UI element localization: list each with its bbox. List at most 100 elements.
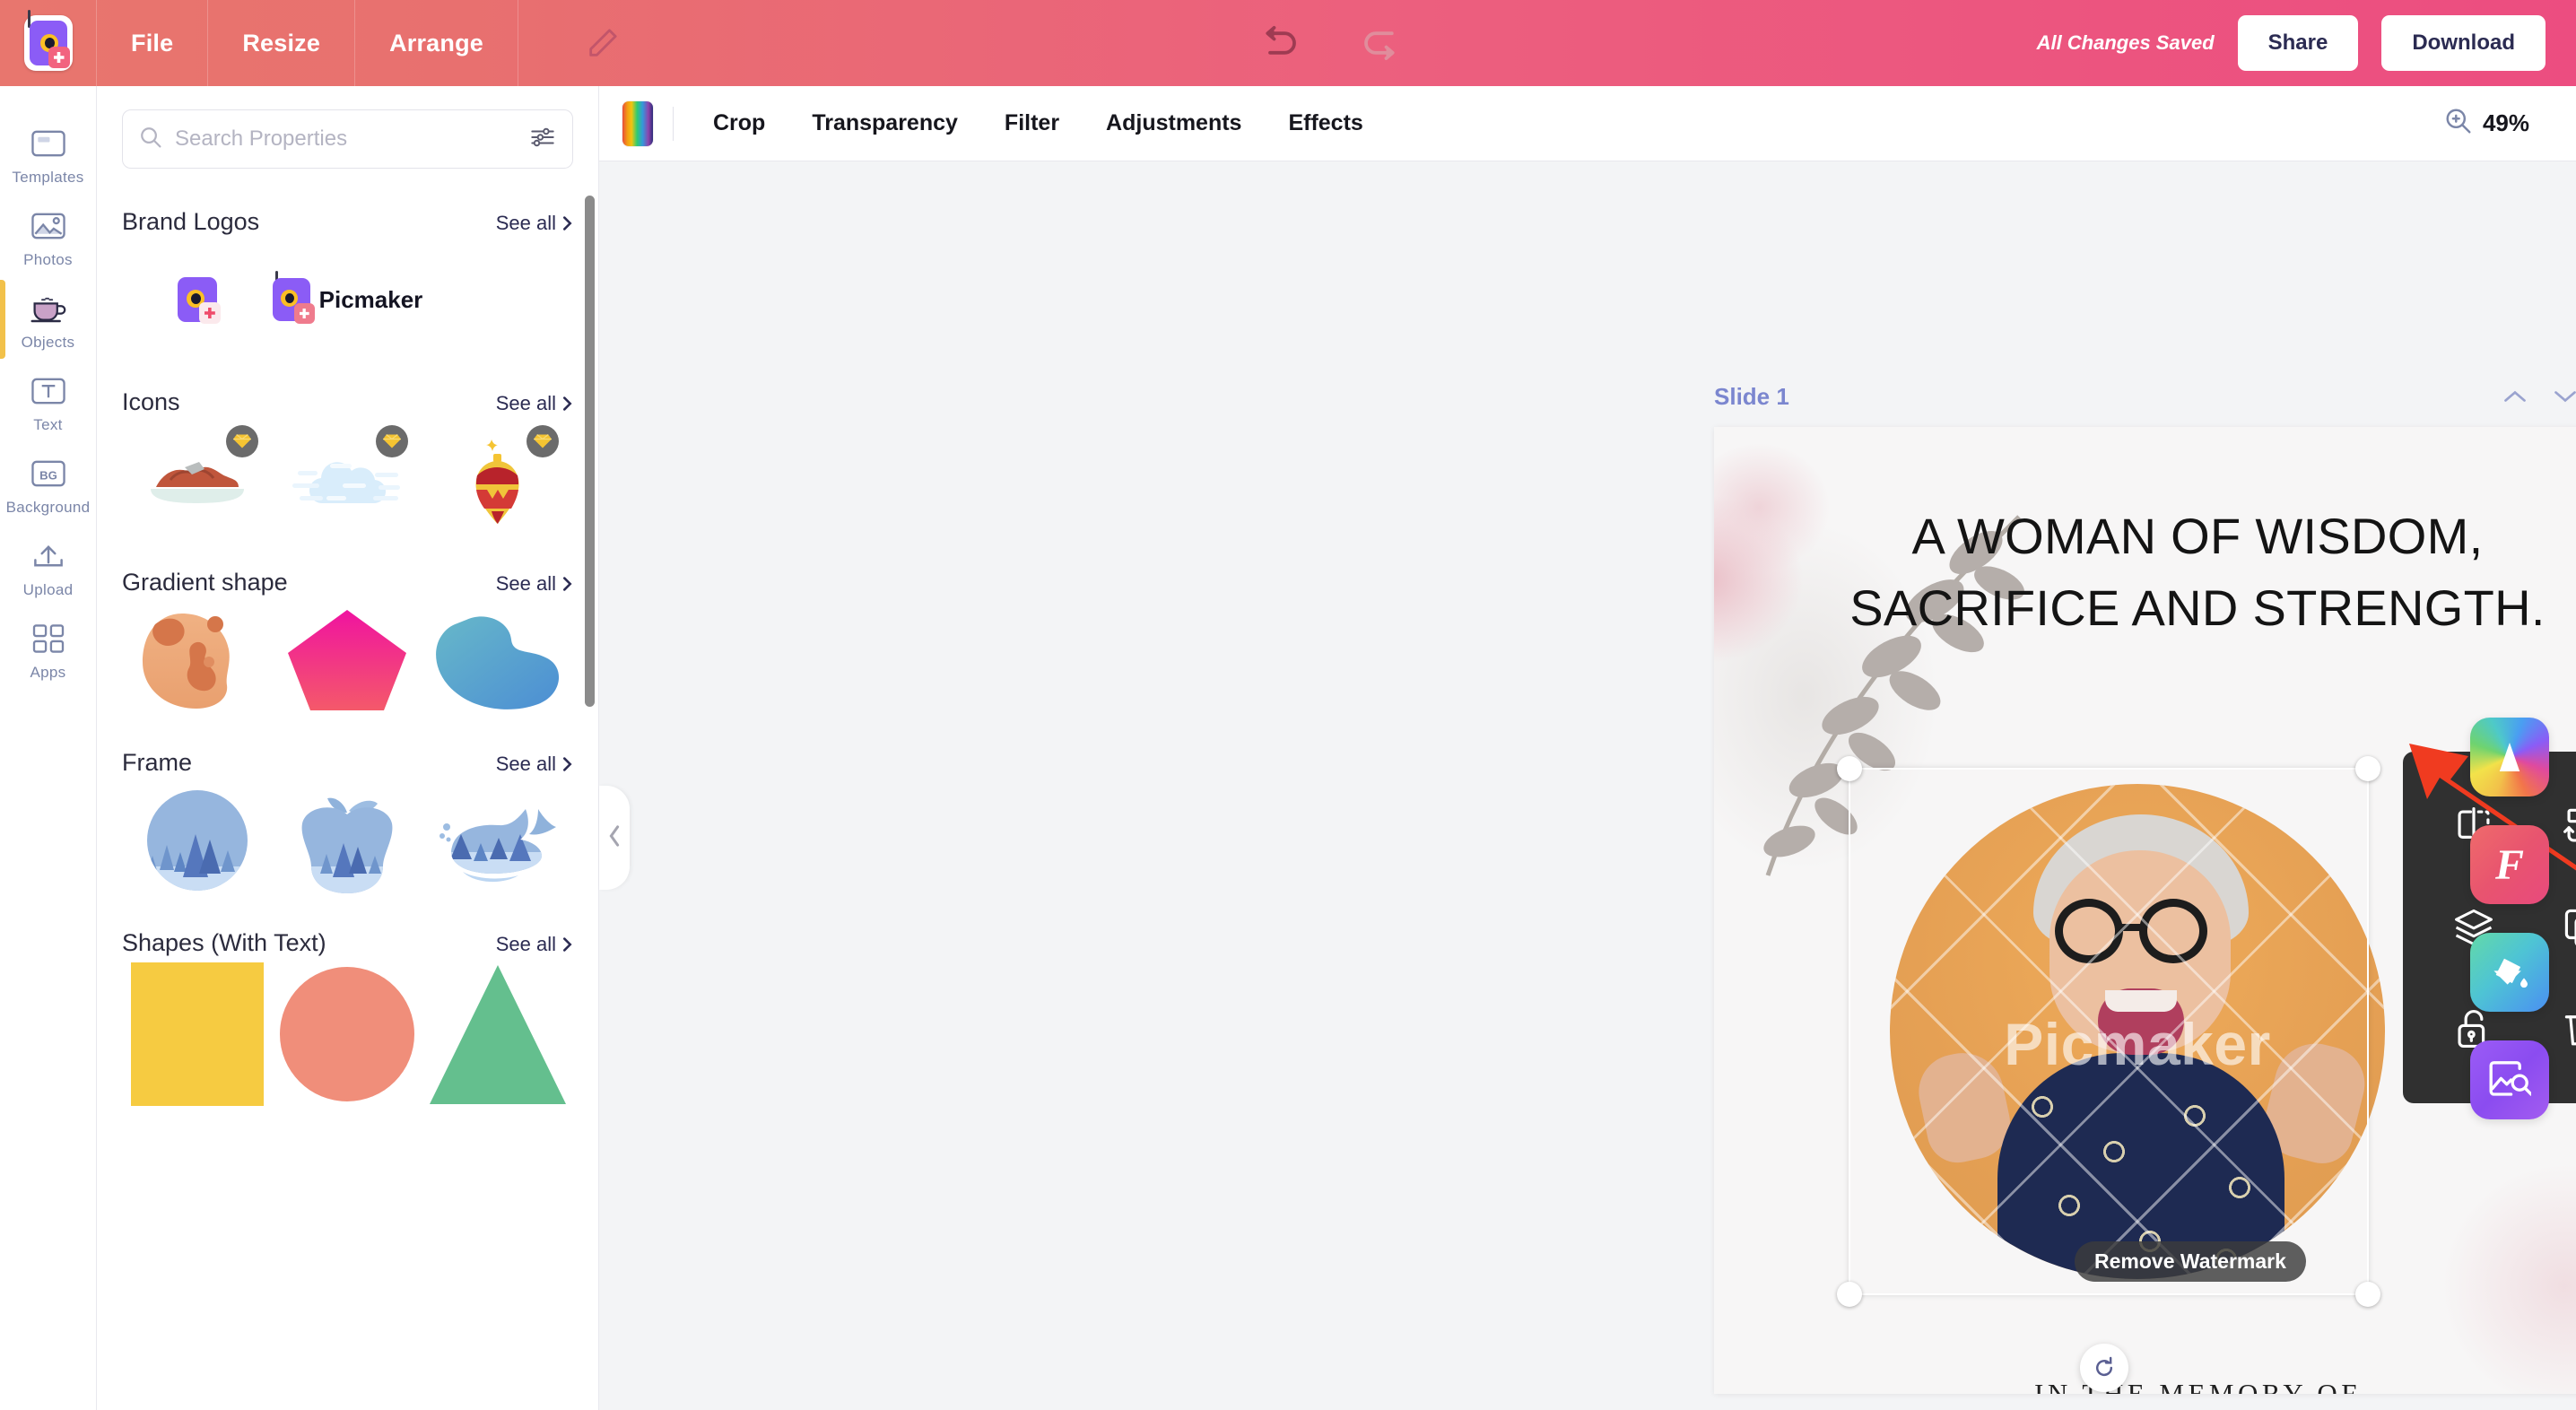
app-logo[interactable]	[0, 0, 97, 86]
zoom-control[interactable]: 49%	[2445, 108, 2553, 139]
search-box[interactable]	[122, 109, 573, 169]
sidebar-item-photos[interactable]: Photos	[0, 196, 97, 278]
download-button[interactable]: Download	[2381, 15, 2546, 71]
sidebar-item-background[interactable]: BG Background	[0, 443, 97, 526]
see-all-gradient-shape[interactable]: See all	[496, 572, 573, 596]
objects-cup-icon	[29, 291, 68, 326]
resize-handle-top-left[interactable]	[1837, 756, 1862, 781]
frame-circle-forest[interactable]	[122, 782, 273, 899]
frame-whale-forest[interactable]	[422, 782, 573, 899]
panel-collapse-toggle[interactable]	[599, 786, 630, 890]
resize-handle-bottom-right[interactable]	[2355, 1282, 2380, 1307]
tool-adjustments[interactable]: Adjustments	[1083, 110, 1265, 136]
sidebar-label: Apps	[30, 664, 66, 681]
icon-roast-platter[interactable]	[122, 422, 273, 538]
tile-grid-icons	[122, 422, 573, 538]
memory-label[interactable]: IN THE MEMORY OF	[1714, 1378, 2576, 1394]
section-title: Shapes (With Text)	[122, 929, 326, 956]
tile-grid-gradient-shape	[122, 602, 573, 718]
shape-square-yellow[interactable]	[122, 962, 273, 1106]
premium-diamond-icon	[225, 425, 258, 457]
sidebar-label: Photos	[23, 251, 73, 268]
sidebar-item-upload[interactable]: Upload	[0, 526, 97, 608]
tile-grid-frame	[122, 782, 573, 899]
picmaker-logo-icon	[23, 10, 73, 71]
tool-transparency[interactable]: Transparency	[788, 110, 981, 136]
sidebar-label: Templates	[12, 169, 84, 186]
menu-resize[interactable]: Resize	[208, 0, 356, 86]
properties-panel: Brand Logos See all	[97, 86, 599, 1410]
app-fill-icon[interactable]	[2470, 933, 2549, 1012]
left-rail: Templates Photos Objects Text BG Backgro…	[0, 86, 97, 1410]
sidebar-label: Background	[5, 499, 91, 516]
undo-icon[interactable]	[1253, 18, 1303, 68]
remove-watermark-button[interactable]: Remove Watermark	[2075, 1241, 2306, 1282]
see-all-icons[interactable]: See all	[496, 392, 573, 415]
floating-app-buttons: F	[2470, 718, 2549, 1119]
pencil-icon[interactable]	[581, 22, 624, 65]
gradient-blob-orange[interactable]	[122, 602, 273, 718]
zoom-value: 49%	[2482, 109, 2529, 136]
icon-christmas-ornament[interactable]	[422, 422, 573, 538]
toolbar-divider	[673, 106, 674, 141]
tile-grid-shapes-with-text	[122, 962, 573, 1106]
panel-scrollbar[interactable]	[585, 196, 595, 707]
see-all-frame[interactable]: See all	[496, 753, 573, 776]
share-button[interactable]: Share	[2237, 15, 2359, 71]
slide-headline[interactable]: A WOMAN OF WISDOM, SACRIFICE AND STRENGT…	[1714, 500, 2576, 643]
photos-icon	[29, 208, 68, 244]
zoom-in-icon	[2445, 108, 2472, 139]
gradient-blob-blue[interactable]	[422, 602, 573, 718]
slide-canvas[interactable]: A WOMAN OF WISDOM, SACRIFICE AND STRENGT…	[1714, 427, 2576, 1394]
apps-grid-icon	[29, 621, 68, 657]
tool-effects[interactable]: Effects	[1265, 110, 1386, 136]
menu-arrange[interactable]: Arrange	[355, 0, 518, 86]
chevron-left-icon	[606, 824, 622, 852]
menu-file[interactable]: File	[97, 0, 209, 86]
app-image-search-icon[interactable]	[2470, 1040, 2549, 1119]
gradient-pentagon-pink[interactable]	[273, 602, 423, 718]
tool-filter[interactable]: Filter	[981, 110, 1083, 136]
move-down-icon[interactable]	[2552, 387, 2576, 406]
object-toolbar: Crop Transparency Filter Adjustments Eff…	[599, 86, 2576, 161]
sidebar-item-objects[interactable]: Objects	[0, 278, 97, 361]
brand-logo-wordmark[interactable]: Picmaker	[272, 241, 423, 358]
sliders-icon[interactable]	[529, 126, 556, 153]
background-bg-icon: BG	[29, 456, 68, 492]
icon-snow-cloud[interactable]	[273, 422, 423, 538]
history-controls	[624, 18, 2037, 68]
redo-icon[interactable]	[1357, 18, 1407, 68]
headline-line-2: SACRIFICE AND STRENGTH.	[1849, 579, 2546, 636]
tool-crop[interactable]: Crop	[690, 110, 788, 136]
shape-circle-salmon[interactable]	[273, 962, 423, 1106]
templates-icon	[29, 126, 68, 161]
app-font-icon[interactable]: F	[2470, 825, 2549, 904]
resize-handle-top-right[interactable]	[2355, 756, 2380, 781]
tile-grid-brand-logos: Picmaker	[122, 241, 573, 358]
brand-logo-empty	[422, 241, 573, 358]
rainbow-gradient-swatch[interactable]	[622, 100, 653, 146]
brand-logo-mark[interactable]	[122, 241, 273, 358]
rotate-icon[interactable]	[2080, 1344, 2128, 1392]
selection-box[interactable]	[1837, 756, 2380, 1307]
section-header-gradient-shape: Gradient shape See all	[122, 569, 573, 596]
resize-handle-bottom-left[interactable]	[1837, 1282, 1862, 1307]
see-all-brand-logos[interactable]: See all	[496, 212, 573, 235]
sidebar-label: Text	[33, 416, 63, 433]
sidebar-item-apps[interactable]: Apps	[0, 608, 97, 691]
app-design-icon[interactable]	[2470, 718, 2549, 796]
section-header-brand-logos: Brand Logos See all	[122, 208, 573, 236]
premium-diamond-icon	[527, 425, 559, 457]
sidebar-label: Upload	[22, 581, 74, 598]
search-input[interactable]	[175, 126, 517, 152]
sidebar-item-templates[interactable]: Templates	[0, 113, 97, 196]
canvas-area: Slide 1 A WOMAN OF WISDOM, SACRIFICE AND…	[599, 161, 2576, 1410]
shape-triangle-green[interactable]	[422, 962, 573, 1106]
move-up-icon[interactable]	[2502, 387, 2528, 406]
slide-tools	[2502, 381, 2576, 412]
section-title: Icons	[122, 388, 180, 415]
see-all-shapes-with-text[interactable]: See all	[496, 933, 573, 956]
section-header-frame: Frame See all	[122, 749, 573, 777]
sidebar-item-text[interactable]: Text	[0, 361, 97, 443]
frame-apple-forest[interactable]	[273, 782, 423, 899]
